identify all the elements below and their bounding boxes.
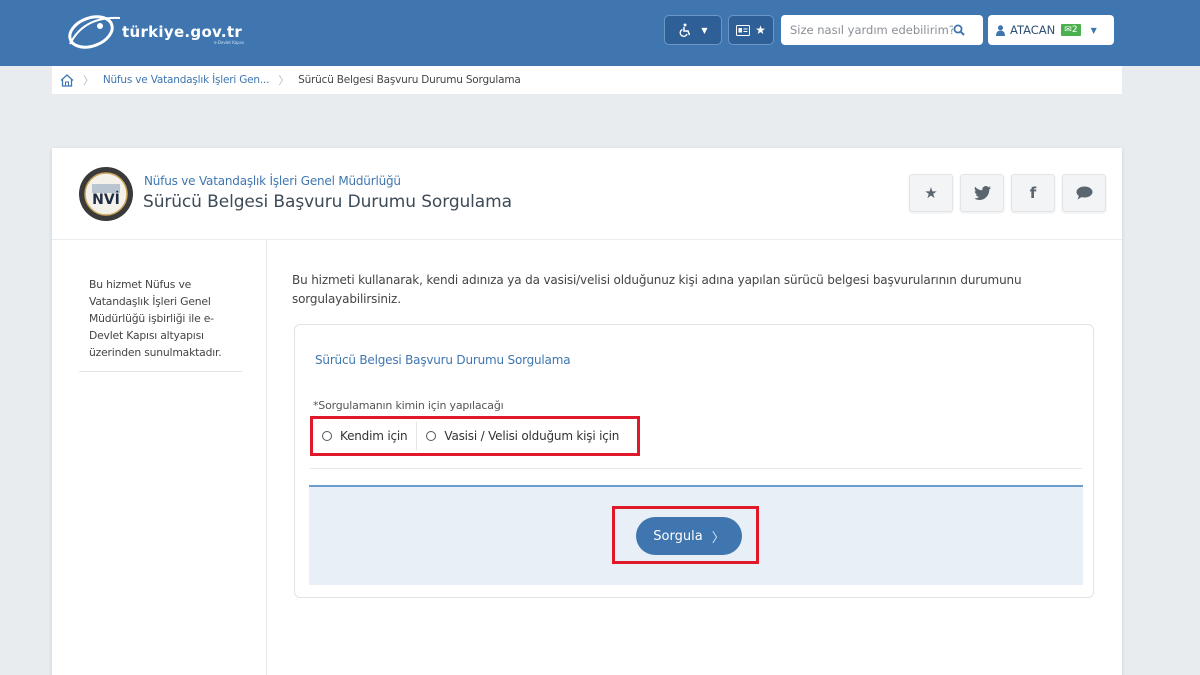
logo-text: türkiye.gov.tr (122, 23, 243, 41)
user-icon (996, 24, 1005, 36)
radio-button[interactable] (322, 431, 332, 441)
radio-label-self: Kendim için (340, 429, 408, 443)
facebook-icon: f (1029, 184, 1037, 202)
query-target-label: *Sorgulamanın kimin için yapılacağı (313, 399, 504, 412)
search-icon[interactable] (953, 24, 965, 36)
organization-name[interactable]: Nüfus ve Vatandaşlık İşleri Genel Müdürl… (144, 174, 401, 188)
search-box (781, 15, 983, 45)
chevron-right-icon: 〉 (711, 530, 725, 546)
nvi-logo: NVİ (79, 167, 133, 221)
main-content: Bu hizmeti kullanarak, kendi adınıza ya … (267, 240, 1122, 675)
sidebar: Bu hizmet Nüfus ve Vatandaşlık İşleri Ge… (52, 240, 267, 675)
submit-area: Sorgula 〉 (309, 485, 1083, 585)
search-input[interactable] (781, 16, 953, 44)
form-divider (310, 468, 1082, 469)
submit-label: Sorgula (653, 528, 703, 544)
breadcrumb-item-nvi[interactable]: Nüfus ve Vatandaşlık İşleri Gen... (103, 74, 270, 86)
chat-bubble-icon (1076, 186, 1092, 200)
turkiye-gov-logo[interactable]: türkiye.gov.tr e-Devlet Kapısı (64, 10, 254, 54)
breadcrumb-item-current: Sürücü Belgesi Başvuru Durumu Sorgulama (298, 74, 521, 86)
message-count: 2 (1071, 25, 1078, 35)
page-title: Sürücü Belgesi Başvuru Durumu Sorgulama (143, 192, 512, 212)
accessibility-button[interactable]: ▼ (664, 15, 722, 45)
service-card: NVİ Nüfus ve Vatandaşlık İşleri Genel Mü… (52, 148, 1122, 675)
breadcrumb-separator: 〉 (83, 74, 94, 87)
breadcrumb: 〉 Nüfus ve Vatandaşlık İşleri Gen... 〉 S… (52, 66, 1122, 94)
logo-subtext: e-Devlet Kapısı (214, 40, 245, 45)
id-card-icon (736, 24, 751, 36)
e-devlet-swoosh-icon (68, 15, 121, 49)
submit-highlight: Sorgula 〉 (612, 506, 759, 564)
breadcrumb-separator: 〉 (278, 74, 290, 87)
radio-button[interactable] (426, 431, 437, 441)
radio-label-guardian: Vasisi / Velisi olduğum kişi için (444, 429, 620, 443)
twitter-icon (973, 186, 991, 200)
user-name: ATACAN (1010, 23, 1056, 37)
facebook-share-button[interactable]: f (1011, 174, 1055, 212)
chevron-down-icon: ▼ (1090, 25, 1097, 35)
sidebar-divider (79, 371, 242, 372)
form-title: Sürücü Belgesi Başvuru Durumu Sorgulama (315, 353, 571, 367)
service-description: Bu hizmeti kullanarak, kendi adınıza ya … (292, 273, 1022, 306)
query-submit-button[interactable]: Sorgula 〉 (636, 517, 742, 555)
twitter-share-button[interactable] (960, 174, 1004, 212)
query-form: Sürücü Belgesi Başvuru Durumu Sorgulama … (294, 324, 1094, 598)
service-header: NVİ Nüfus ve Vatandaşlık İşleri Genel Mü… (52, 148, 1122, 240)
radio-option-guardian[interactable]: Vasisi / Velisi olduğum kişi için (416, 422, 628, 450)
star-icon: ★ (924, 184, 938, 202)
star-icon: ★ (755, 23, 766, 37)
query-target-radio-group: Kendim için Vasisi / Velisi olduğum kişi… (310, 416, 640, 456)
top-header: türkiye.gov.tr e-Devlet Kapısı ▼ ★ Size … (0, 0, 1200, 66)
favorite-button[interactable]: ★ (909, 174, 953, 212)
nvi-logo-text: NVİ (92, 191, 120, 208)
id-card-favorites-button[interactable]: ★ (728, 15, 774, 45)
feedback-button[interactable] (1062, 174, 1106, 212)
chevron-down-icon: ▼ (701, 25, 708, 35)
user-menu[interactable]: ATACAN ✉2 ▼ (988, 15, 1114, 45)
home-icon[interactable] (60, 73, 74, 87)
service-provider-note: Bu hizmet Nüfus ve Vatandaşlık İşleri Ge… (89, 278, 222, 359)
wheelchair-icon (680, 23, 691, 37)
radio-option-self[interactable]: Kendim için (313, 422, 416, 450)
message-badge[interactable]: ✉2 (1060, 23, 1082, 37)
